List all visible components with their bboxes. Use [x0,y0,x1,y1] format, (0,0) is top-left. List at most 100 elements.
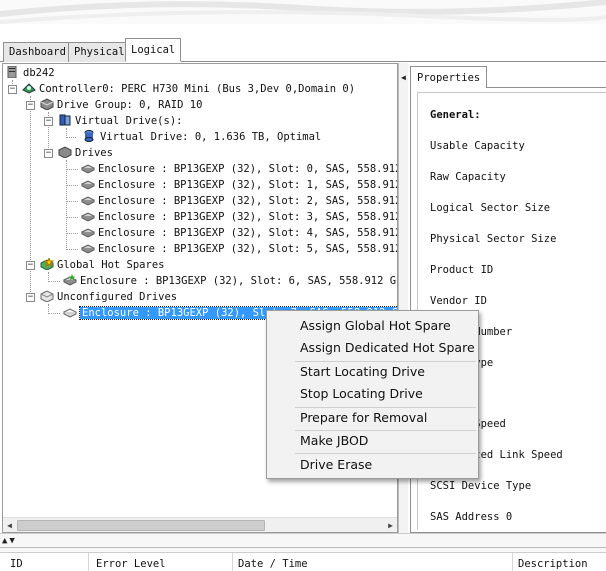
scrollbar-thumb[interactable] [17,520,265,531]
drives-folder-icon [58,146,72,159]
tree-node-virtual-drive[interactable]: Virtual Drive: 0, 1.636 TB, Optimal [83,129,321,145]
menu-item-start-locating-drive[interactable]: Start Locating Drive [300,364,425,379]
virtual-disk-icon [83,130,97,142]
tree-connector [66,185,78,186]
tree-label: Enclosure : BP13GEXP (32), Slot: 5, SAS,… [98,243,398,255]
decorative-banner [0,0,606,24]
tree-node-drive[interactable]: Enclosure : BP13GEXP (32), Slot: 1, SAS,… [80,177,398,193]
tree-node-unconfigured-drives[interactable]: Unconfigured Drives [40,289,177,305]
tree-label: Virtual Drive: 0, 1.636 TB, Optimal [100,131,322,143]
menu-item-assign-global-hot-spare[interactable]: Assign Global Hot Spare [300,318,451,333]
disk-drive-icon [80,178,96,190]
server-icon [6,65,20,79]
collapse-toggle[interactable]: − [26,261,35,270]
tree-connector [48,281,60,282]
collapse-toggle[interactable]: − [44,117,53,126]
tree-connector [48,313,60,314]
menu-separator [295,430,476,431]
menu-separator [295,453,476,454]
menu-item-drive-erase[interactable]: Drive Erase [300,457,372,472]
tree-node-global-hot-spares[interactable]: Global Hot Spares [40,256,164,273]
tab-properties[interactable]: Properties [410,66,488,88]
tab-logical[interactable]: Logical [125,38,182,62]
tree-label: Virtual Drive(s): [75,115,183,127]
tree-connector [66,233,78,234]
property-label: Product ID [430,264,494,276]
tree-label: Enclosure : BP13GEXP (32), Slot: 1, SAS,… [98,179,398,191]
unconfigured-group-icon [40,290,54,303]
event-log-header: ID Error Level Date / Time Description [0,552,606,571]
column-header-date-time[interactable]: Date / Time [238,558,308,570]
collapse-toggle[interactable]: − [26,293,35,302]
drive-group-icon [40,98,54,111]
tree-node-drive[interactable]: Enclosure : BP13GEXP (32), Slot: 4, SAS,… [80,225,398,241]
tree-node-virtual-drives[interactable]: Virtual Drive(s): [58,113,182,129]
collapse-toggle[interactable]: − [44,149,53,158]
property-label: Logical Sector Size [430,202,551,214]
tab-dashboard[interactable]: Dashboard [3,42,72,62]
tree-node-drive[interactable]: Enclosure : BP13GEXP (32), Slot: 2, SAS,… [80,193,398,209]
tree-label: Enclosure : BP13GEXP (32), Slot: 0, SAS,… [98,163,398,175]
tree-connector [66,217,78,218]
scroll-right-icon[interactable]: ▶ [385,520,396,531]
tree-node-drive-group[interactable]: Drive Group: 0, RAID 10 [40,97,202,113]
tree-label: Enclosure : BP13GEXP (32), Slot: 6, SAS,… [80,275,398,287]
tree-connector [66,169,78,170]
main-tabstrip: Dashboard Physical Logical [0,24,606,62]
menu-item-prepare-for-removal[interactable]: Prepare for Removal [300,410,427,425]
controller-icon [22,82,36,94]
tree-label: Drive Group: 0, RAID 10 [57,99,203,111]
disk-drive-icon [80,242,96,254]
tree-node-drive[interactable]: Enclosure : BP13GEXP (32), Slot: 0, SAS,… [80,161,398,177]
menu-separator [295,361,476,362]
tree-node-hot-spare[interactable]: Enclosure : BP13GEXP (32), Slot: 6, SAS,… [62,273,398,289]
menu-item-stop-locating-drive[interactable]: Stop Locating Drive [300,386,423,401]
tree-node-drives[interactable]: Drives [58,145,113,161]
disk-drive-icon [80,210,96,222]
tree-node-drive[interactable]: Enclosure : BP13GEXP (32), Slot: 3, SAS,… [80,209,398,225]
disk-drive-icon [80,194,96,206]
property-label: SCSI Device Type [430,480,532,492]
unconfigured-drive-icon [62,306,78,318]
tree-node-host[interactable]: db242 [6,65,55,81]
scroll-left-icon[interactable]: ◀ [4,520,15,531]
column-header-id[interactable]: ID [10,558,23,570]
tree-node-drive[interactable]: Enclosure : BP13GEXP (32), Slot: 5, SAS,… [80,241,398,257]
tree-horizontal-scrollbar[interactable]: ◀ ▶ [3,517,397,532]
expand-collapse-arrows-icon[interactable]: ▲▼ [2,536,17,546]
column-header-description[interactable]: Description [518,558,588,570]
tree-connector [66,160,67,248]
tree-connector [66,201,78,202]
tree-label: Drives [75,147,113,159]
properties-section-title: General: [430,109,481,121]
collapse-toggle[interactable]: − [26,101,35,110]
tree-node-controller[interactable]: Controller0: PERC H730 Mini (Bus 3,Dev 0… [22,81,355,97]
tree-label: db242 [23,67,55,79]
tree-connector [48,272,49,280]
disk-drive-icon [80,162,96,174]
virtual-drives-icon [58,114,72,126]
property-label: Raw Capacity [430,171,506,183]
property-label: Physical Sector Size [430,233,557,245]
tree-connector [66,137,76,138]
column-divider [512,553,513,571]
column-header-error-level[interactable]: Error Level [96,558,166,570]
property-label: SAS Address 0 [430,511,513,523]
menu-item-assign-dedicated-hot-spare[interactable]: Assign Dedicated Hot Spare [300,340,475,355]
collapse-left-icon[interactable]: ◀ [401,73,406,82]
property-label: Vendor ID [430,295,487,307]
column-divider [232,553,233,571]
tree-connector [48,304,49,312]
collapse-toggle[interactable]: − [8,85,17,94]
tree-label: Controller0: PERC H730 Mini (Bus 3,Dev 0… [39,83,356,95]
property-label: Usable Capacity [430,140,525,152]
tree-label: Enclosure : BP13GEXP (32), Slot: 3, SAS,… [98,211,398,223]
menu-item-make-jbod[interactable]: Make JBOD [300,433,368,448]
drive-context-menu: Assign Global Hot Spare Assign Dedicated… [266,310,479,479]
column-divider [88,553,89,571]
tree-label: Enclosure : BP13GEXP (32), Slot: 4, SAS,… [98,227,398,239]
menu-separator [295,407,476,408]
tab-physical[interactable]: Physical [68,42,131,62]
tree-label: Enclosure : BP13GEXP (32), Slot: 2, SAS,… [98,195,398,207]
disk-drive-icon [80,226,96,238]
